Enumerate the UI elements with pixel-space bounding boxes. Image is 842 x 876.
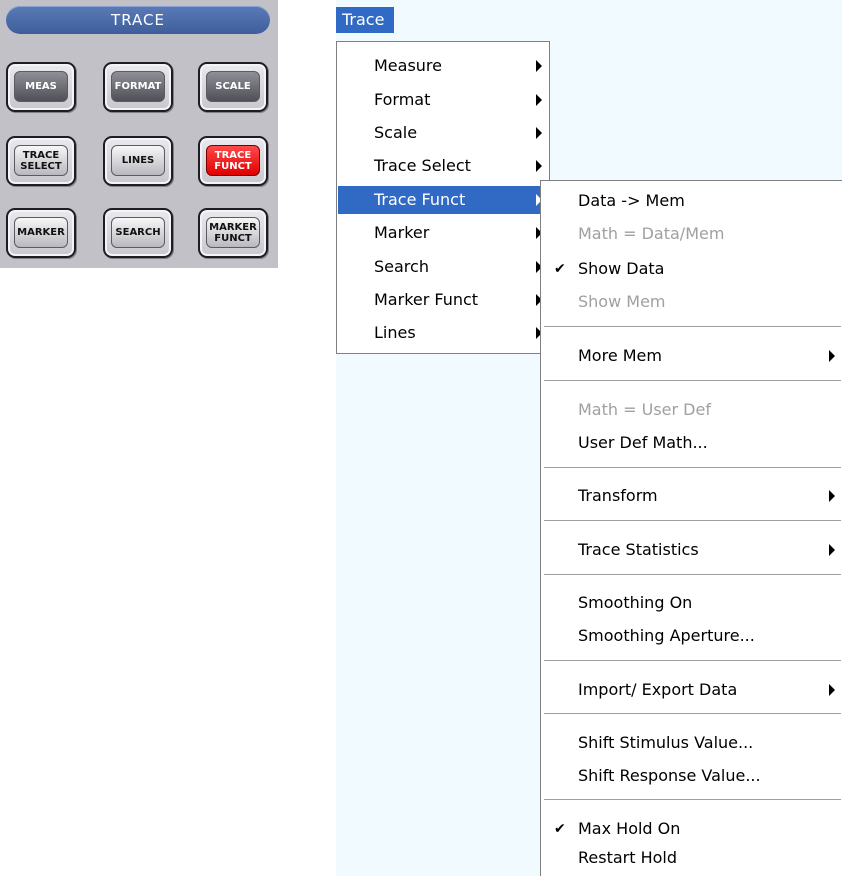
submenu-item-max-hold-on[interactable]: ✔ Max Hold On	[542, 815, 841, 843]
trace-select-hardkey[interactable]: TRACE SELECT	[6, 136, 76, 186]
menu-item-label: Data -> Mem	[578, 191, 685, 210]
meas-hardkey-label: MEAS	[14, 71, 68, 102]
submenu-arrow-icon	[829, 490, 835, 502]
menu-item-label: Shift Response Value...	[578, 766, 761, 785]
search-hardkey-label: SEARCH	[111, 217, 165, 248]
submenu-arrow-icon	[536, 60, 542, 72]
menu-separator	[544, 713, 841, 714]
menu-item-label: Show Mem	[578, 292, 666, 311]
meas-hardkey[interactable]: MEAS	[6, 62, 76, 112]
menu-item-label: Math = User Def	[578, 400, 711, 419]
trace-menu-title[interactable]: Trace	[336, 7, 394, 33]
trace-dropdown-menu: Measure Format Scale Trace Select Trace …	[336, 41, 550, 354]
submenu-item-smoothing-on[interactable]: Smoothing On	[542, 589, 841, 617]
marker-hardkey[interactable]: MARKER	[6, 208, 76, 258]
trace-hardkey-panel: TRACE MEAS FORMAT SCALE TRACE SELECT LIN…	[0, 0, 278, 268]
menu-item-label: Trace Statistics	[578, 540, 699, 559]
menu-item-label: More Mem	[578, 346, 662, 365]
submenu-arrow-icon	[829, 350, 835, 362]
submenu-item-shift-stimulus-value[interactable]: Shift Stimulus Value...	[542, 729, 841, 757]
menu-separator	[544, 520, 841, 521]
menu-item-label: Import/ Export Data	[578, 680, 738, 699]
menu-item-label: Shift Stimulus Value...	[578, 733, 754, 752]
menu-item-trace-select[interactable]: Trace Select	[338, 152, 548, 180]
checkmark-icon: ✔	[554, 821, 566, 837]
lines-hardkey-label: LINES	[111, 145, 165, 176]
menu-item-measure[interactable]: Measure	[338, 52, 548, 80]
menu-item-label: Restart Hold	[578, 848, 678, 867]
menu-item-label: Search	[374, 257, 429, 276]
menu-item-label: Smoothing On	[578, 593, 693, 612]
menu-item-label: Transform	[578, 486, 658, 505]
lines-hardkey[interactable]: LINES	[103, 136, 173, 186]
submenu-item-more-mem[interactable]: More Mem	[542, 342, 841, 370]
menu-item-label: Trace Funct	[374, 190, 466, 209]
menu-item-marker[interactable]: Marker	[338, 219, 548, 247]
panel-title: TRACE	[6, 6, 270, 34]
menu-separator	[544, 660, 841, 661]
menu-item-label: Trace Select	[374, 156, 471, 175]
submenu-arrow-icon	[536, 94, 542, 106]
marker-hardkey-label: MARKER	[14, 217, 68, 248]
submenu-item-user-def-math[interactable]: User Def Math...	[542, 429, 841, 457]
submenu-arrow-icon	[829, 684, 835, 696]
menu-separator	[544, 574, 841, 575]
menu-item-label: Max Hold On	[578, 819, 681, 838]
menu-separator	[544, 799, 841, 800]
format-hardkey[interactable]: FORMAT	[103, 62, 173, 112]
trace-funct-hardkey[interactable]: TRACE FUNCT	[198, 136, 268, 186]
trace-select-hardkey-label: TRACE SELECT	[14, 145, 68, 176]
menu-item-label: Format	[374, 90, 431, 109]
menu-item-marker-funct[interactable]: Marker Funct	[338, 286, 548, 314]
submenu-item-transform[interactable]: Transform	[542, 482, 841, 510]
submenu-item-restart-hold[interactable]: Restart Hold	[542, 844, 841, 872]
menu-item-label: Scale	[374, 123, 418, 142]
menu-item-label: Marker Funct	[374, 290, 479, 309]
menu-item-label: Lines	[374, 323, 416, 342]
checkmark-icon: ✔	[554, 261, 566, 277]
menu-separator	[544, 380, 841, 381]
submenu-item-shift-response-value[interactable]: Shift Response Value...	[542, 762, 841, 790]
trace-funct-hardkey-label: TRACE FUNCT	[206, 145, 260, 176]
menu-item-format[interactable]: Format	[338, 86, 548, 114]
menu-item-label: Marker	[374, 223, 430, 242]
menu-item-label: Show Data	[578, 259, 665, 278]
trace-funct-submenu: Data -> Mem Math = Data/Mem ✔ Show Data …	[540, 180, 842, 876]
submenu-item-show-data[interactable]: ✔ Show Data	[542, 255, 841, 283]
menu-item-label: Math = Data/Mem	[578, 224, 725, 243]
menu-item-lines[interactable]: Lines	[338, 319, 548, 347]
submenu-item-import-export-data[interactable]: Import/ Export Data	[542, 676, 841, 704]
submenu-arrow-icon	[829, 544, 835, 556]
scale-hardkey-label: SCALE	[206, 71, 260, 102]
submenu-item-data-to-mem[interactable]: Data -> Mem	[542, 187, 841, 215]
menu-item-search[interactable]: Search	[338, 253, 548, 281]
submenu-item-math-data-mem: Math = Data/Mem	[542, 220, 841, 248]
menu-item-label: User Def Math...	[578, 433, 708, 452]
submenu-item-math-user-def: Math = User Def	[542, 396, 841, 424]
format-hardkey-label: FORMAT	[111, 71, 165, 102]
submenu-item-smoothing-aperture[interactable]: Smoothing Aperture...	[542, 622, 841, 650]
menu-separator	[544, 467, 841, 468]
scale-hardkey[interactable]: SCALE	[198, 62, 268, 112]
search-hardkey[interactable]: SEARCH	[103, 208, 173, 258]
submenu-item-trace-statistics[interactable]: Trace Statistics	[542, 536, 841, 564]
menu-item-label: Measure	[374, 56, 442, 75]
menu-item-scale[interactable]: Scale	[338, 119, 548, 147]
marker-funct-hardkey[interactable]: MARKER FUNCT	[198, 208, 268, 258]
menu-separator	[544, 326, 841, 327]
submenu-arrow-icon	[536, 127, 542, 139]
menu-item-trace-funct[interactable]: Trace Funct	[338, 186, 548, 214]
menu-item-label: Smoothing Aperture...	[578, 626, 755, 645]
submenu-item-show-mem: Show Mem	[542, 288, 841, 316]
marker-funct-hardkey-label: MARKER FUNCT	[206, 217, 260, 248]
submenu-arrow-icon	[536, 160, 542, 172]
